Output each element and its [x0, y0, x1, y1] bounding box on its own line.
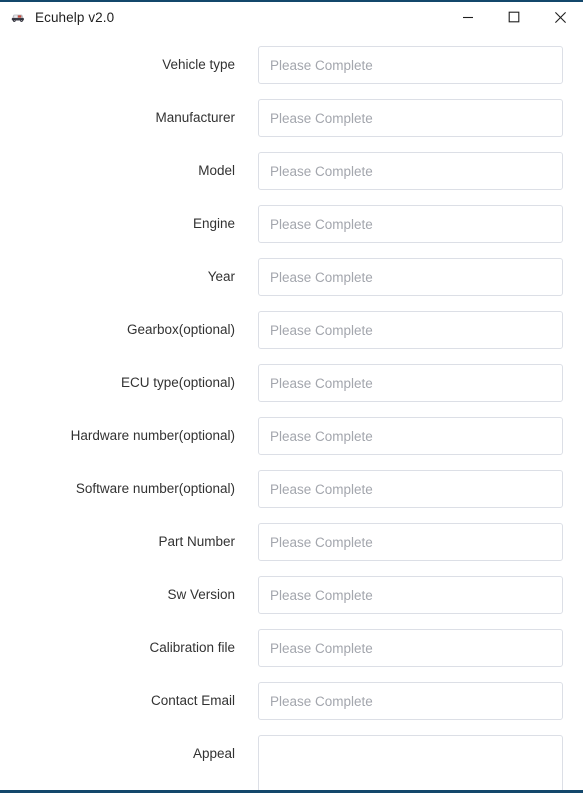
- field-wrap-gearbox: [235, 311, 583, 349]
- form-row-model: Model: [0, 152, 583, 205]
- label-software-number: Software number(optional): [75, 481, 235, 496]
- field-wrap-sw-version: [235, 576, 583, 614]
- input-gearbox[interactable]: [258, 311, 563, 349]
- label-year: Year: [207, 269, 235, 284]
- vehicle-info-form: Vehicle type Manufacturer Model Engine Year G…: [0, 32, 583, 790]
- app-car-icon: [10, 9, 26, 25]
- field-wrap-appeal: [235, 735, 583, 790]
- minimize-icon: [462, 11, 474, 23]
- field-wrap-model: [235, 152, 583, 190]
- field-wrap-calibration-file: [235, 629, 583, 667]
- form-row-year: Year: [0, 258, 583, 311]
- form-row-sw-version: Sw Version: [0, 576, 583, 629]
- label-appeal: Appeal: [192, 746, 235, 761]
- maximize-icon: [508, 11, 520, 23]
- label-model: Model: [198, 163, 235, 178]
- input-part-number[interactable]: [258, 523, 563, 561]
- input-year[interactable]: [258, 258, 563, 296]
- input-appeal[interactable]: [258, 735, 563, 790]
- window-controls: [445, 2, 583, 32]
- close-button[interactable]: [537, 2, 583, 32]
- form-row-appeal: Appeal: [0, 735, 583, 790]
- label-part-number: Part Number: [158, 534, 235, 549]
- form-row-contact-email: Contact Email: [0, 682, 583, 735]
- input-contact-email[interactable]: [258, 682, 563, 720]
- input-sw-version[interactable]: [258, 576, 563, 614]
- form-row-manufacturer: Manufacturer: [0, 99, 583, 152]
- field-wrap-software-number: [235, 470, 583, 508]
- input-hardware-number[interactable]: [258, 417, 563, 455]
- field-wrap-vehicle-type: [235, 46, 583, 84]
- field-wrap-part-number: [235, 523, 583, 561]
- form-row-hardware-number: Hardware number(optional): [0, 417, 583, 470]
- input-manufacturer[interactable]: [258, 99, 563, 137]
- form-row-ecu-type: ECU type(optional): [0, 364, 583, 417]
- form-row-part-number: Part Number: [0, 523, 583, 576]
- field-wrap-manufacturer: [235, 99, 583, 137]
- label-sw-version: Sw Version: [167, 587, 235, 602]
- maximize-button[interactable]: [491, 2, 537, 32]
- input-software-number[interactable]: [258, 470, 563, 508]
- form-row-calibration-file: Calibration file: [0, 629, 583, 682]
- input-calibration-file[interactable]: [258, 629, 563, 667]
- input-ecu-type[interactable]: [258, 364, 563, 402]
- field-wrap-contact-email: [235, 682, 583, 720]
- label-engine: Engine: [192, 216, 235, 231]
- field-wrap-ecu-type: [235, 364, 583, 402]
- close-icon: [554, 11, 567, 24]
- label-gearbox: Gearbox(optional): [126, 322, 235, 337]
- label-hardware-number: Hardware number(optional): [70, 428, 235, 443]
- field-wrap-year: [235, 258, 583, 296]
- label-manufacturer: Manufacturer: [155, 110, 235, 125]
- app-window: Ecuhelp v2.0 Vehicle type Please Complet…: [0, 0, 583, 793]
- input-engine[interactable]: [258, 205, 563, 243]
- minimize-button[interactable]: [445, 2, 491, 32]
- window-title: Ecuhelp v2.0: [35, 9, 115, 25]
- form-row-vehicle-type: Vehicle type: [0, 46, 583, 99]
- label-contact-email: Contact Email: [150, 693, 235, 708]
- label-vehicle-type: Vehicle type: [162, 57, 235, 72]
- title-bar[interactable]: Ecuhelp v2.0: [0, 2, 583, 32]
- form-row-engine: Engine: [0, 205, 583, 258]
- form-row-gearbox: Gearbox(optional): [0, 311, 583, 364]
- field-wrap-hardware-number: [235, 417, 583, 455]
- field-wrap-engine: [235, 205, 583, 243]
- label-ecu-type: ECU type(optional): [120, 375, 235, 390]
- title-bar-left: Ecuhelp v2.0: [0, 9, 445, 25]
- label-calibration-file: Calibration file: [149, 640, 235, 655]
- input-model[interactable]: [258, 152, 563, 190]
- form-row-software-number: Software number(optional): [0, 470, 583, 523]
- input-vehicle-type[interactable]: [258, 46, 563, 84]
